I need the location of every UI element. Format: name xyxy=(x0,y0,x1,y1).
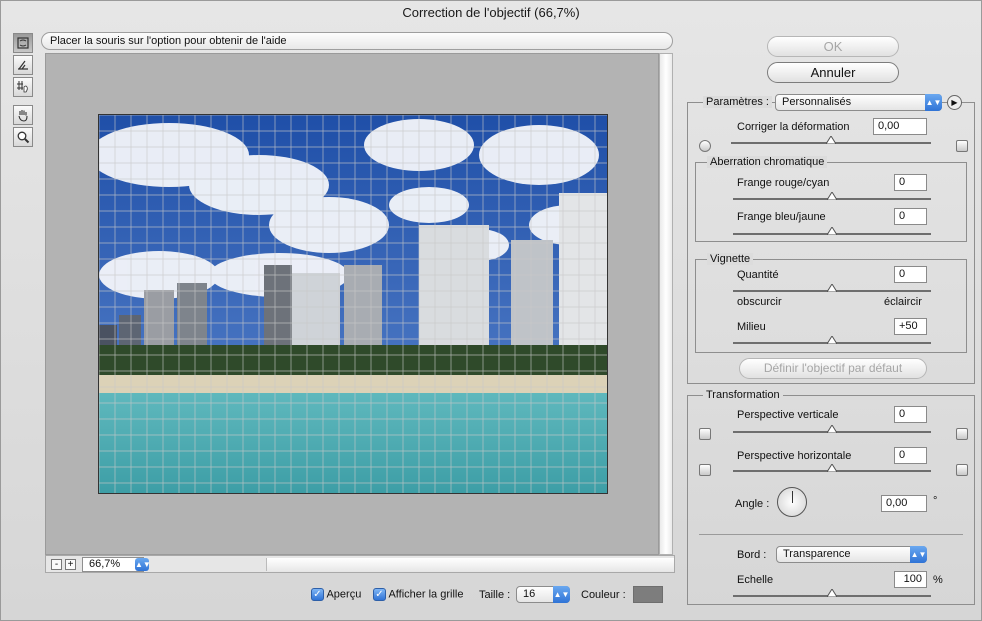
grid-size-value: 16 xyxy=(523,588,536,600)
midpoint-field[interactable]: +50 xyxy=(894,318,927,335)
amount-field[interactable]: 0 xyxy=(894,266,927,283)
preview-options: ✓ Aperçu ✓ Afficher la grille Taille : 1… xyxy=(311,585,671,605)
blue-yellow-slider[interactable] xyxy=(733,227,931,239)
lens-correction-dialog: Correction de l'objectif (66,7%) Placer … xyxy=(0,0,982,621)
zoom-icon xyxy=(17,131,30,144)
angle-label: Angle : xyxy=(735,498,770,510)
settings-select[interactable]: Personnalisés ▲▼ xyxy=(775,94,942,111)
vertical-perspective-left-icon xyxy=(699,428,711,440)
angle-dial-icon[interactable] xyxy=(777,487,807,517)
move-grid-icon xyxy=(17,81,28,93)
lighten-label: éclaircir xyxy=(884,296,922,308)
blue-yellow-thumb-icon[interactable] xyxy=(827,227,837,235)
zoom-bar: - + 66,7% ▲▼ xyxy=(45,555,675,573)
hand-icon xyxy=(18,110,28,122)
preview-label: Aperçu xyxy=(326,588,362,601)
horizontal-scrollbar[interactable] xyxy=(266,558,674,571)
zoom-stepper-icon[interactable]: ▲▼ xyxy=(135,558,151,571)
scale-thumb-icon[interactable] xyxy=(827,589,837,597)
vertical-scrollbar[interactable] xyxy=(659,53,673,555)
preview-image xyxy=(98,114,608,494)
zoom-tool[interactable] xyxy=(13,127,33,147)
blue-yellow-field[interactable]: 0 xyxy=(894,208,927,225)
remove-distortion-tool[interactable] xyxy=(13,33,33,53)
beach-cityscape-photo xyxy=(99,115,607,493)
help-bar: Placer la souris sur l'option pour obten… xyxy=(41,32,673,50)
horizontal-perspective-left-icon xyxy=(699,464,711,476)
distortion-label: Corriger la déformation xyxy=(737,121,850,133)
hand-tool[interactable] xyxy=(13,105,33,125)
horizontal-perspective-thumb-icon[interactable] xyxy=(827,464,837,472)
horizontal-perspective-field[interactable]: 0 xyxy=(894,447,927,464)
grid-size-label: Taille : xyxy=(479,589,511,601)
horizontal-perspective-label: Perspective horizontale xyxy=(737,450,852,462)
midpoint-thumb-icon[interactable] xyxy=(827,336,837,344)
distortion-thumb-icon[interactable] xyxy=(826,136,836,144)
red-cyan-slider[interactable] xyxy=(733,192,931,204)
transform-title: Transformation xyxy=(703,389,783,401)
zoom-in-button[interactable]: + xyxy=(65,559,76,570)
edge-label: Bord : xyxy=(737,549,767,561)
zoom-out-button[interactable]: - xyxy=(51,559,62,570)
cancel-button[interactable]: Annuler xyxy=(767,62,899,83)
edge-value: Transparence xyxy=(783,548,851,560)
scale-label: Echelle xyxy=(737,574,774,586)
red-cyan-thumb-icon[interactable] xyxy=(827,192,837,200)
pincushion-icon xyxy=(699,140,711,152)
edge-select[interactable]: Transparence ▲▼ xyxy=(776,546,927,563)
horizontal-perspective-slider[interactable] xyxy=(733,464,931,476)
settings-menu-icon[interactable]: ▶ xyxy=(947,95,962,110)
settings-arrow-icon: ▲▼ xyxy=(925,94,942,111)
amount-slider[interactable] xyxy=(733,284,931,296)
grid-color-label: Couleur : xyxy=(581,589,626,601)
grid-size-arrow-icon: ▲▼ xyxy=(553,586,570,603)
grid-size-select[interactable]: 16 ▲▼ xyxy=(516,586,570,603)
chromatic-title: Aberration chromatique xyxy=(707,156,828,168)
preview-area[interactable] xyxy=(45,53,659,555)
midpoint-slider[interactable] xyxy=(733,336,931,348)
straighten-tool[interactable] xyxy=(13,55,33,75)
angle-unit: ° xyxy=(933,495,938,507)
settings-value: Personnalisés xyxy=(782,96,852,108)
show-grid-label: Afficher la grille xyxy=(388,588,464,601)
remove-distortion-icon xyxy=(17,37,29,49)
set-lens-default-button[interactable]: Définir l'objectif par défaut xyxy=(739,358,927,379)
show-grid-checkbox[interactable]: ✓ xyxy=(373,588,386,601)
darken-label: obscurcir xyxy=(737,296,782,308)
vertical-perspective-field[interactable]: 0 xyxy=(894,406,927,423)
red-cyan-label: Frange rouge/cyan xyxy=(737,177,830,189)
straighten-icon xyxy=(18,60,28,70)
red-cyan-field[interactable]: 0 xyxy=(894,174,927,191)
amount-thumb-icon[interactable] xyxy=(827,284,837,292)
amount-label: Quantité xyxy=(737,269,779,281)
move-grid-tool[interactable] xyxy=(13,77,33,97)
vertical-perspective-slider[interactable] xyxy=(733,425,931,437)
settings-label: Paramètres : xyxy=(703,96,772,108)
window-title: Correction de l'objectif (66,7%) xyxy=(402,5,580,20)
horizontal-perspective-right-icon xyxy=(956,464,968,476)
vertical-perspective-right-icon xyxy=(956,428,968,440)
ok-button[interactable]: OK xyxy=(767,36,899,57)
distortion-field[interactable]: 0,00 xyxy=(873,118,927,135)
midpoint-label: Milieu xyxy=(737,321,766,333)
divider xyxy=(699,534,963,535)
scale-field[interactable]: 100 xyxy=(894,571,927,588)
vertical-perspective-label: Perspective verticale xyxy=(737,409,839,421)
grid-color-swatch[interactable] xyxy=(633,586,663,603)
angle-field[interactable]: 0,00 xyxy=(881,495,927,512)
scale-unit: % xyxy=(933,574,943,586)
vignette-title: Vignette xyxy=(707,253,754,265)
zoom-level-value: 66,7% xyxy=(89,558,121,570)
edge-arrow-icon: ▲▼ xyxy=(910,546,927,563)
distortion-slider[interactable] xyxy=(731,136,931,148)
preview-checkbox[interactable]: ✓ xyxy=(311,588,324,601)
blue-yellow-label: Frange bleu/jaune xyxy=(737,211,826,223)
vertical-perspective-thumb-icon[interactable] xyxy=(827,425,837,433)
scale-slider[interactable] xyxy=(733,589,931,601)
tool-palette xyxy=(13,33,35,149)
barrel-icon xyxy=(956,140,968,152)
